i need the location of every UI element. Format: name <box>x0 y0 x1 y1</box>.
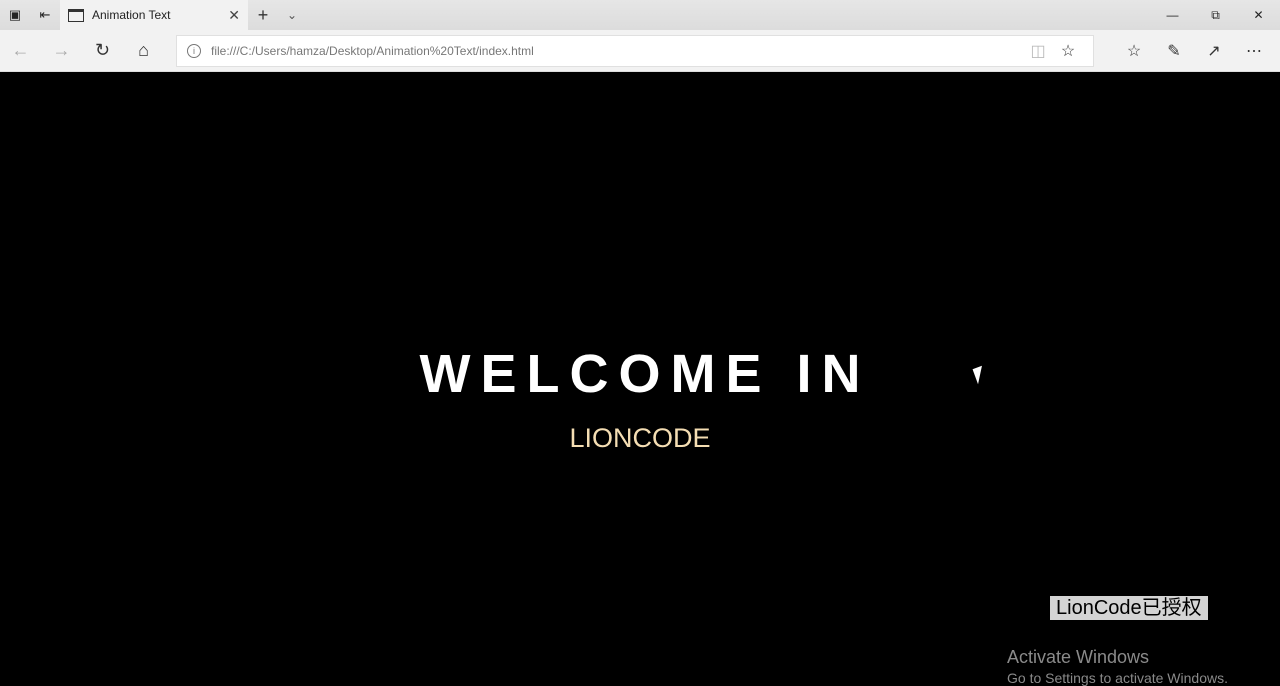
set-aside-tabs-icon[interactable]: ⇤ <box>30 0 60 30</box>
forward-button[interactable]: → <box>41 30 82 72</box>
nav-bar: ← → ↻ ⌂ i file:///C:/Users/hamza/Desktop… <box>0 30 1280 72</box>
url-text[interactable]: file:///C:/Users/hamza/Desktop/Animation… <box>211 44 1023 58</box>
info-icon[interactable]: i <box>187 43 201 58</box>
page-heading: WELCOME IN <box>419 344 871 404</box>
refresh-button[interactable]: ↻ <box>82 30 123 72</box>
page-icon <box>68 8 84 22</box>
favorites-icon[interactable]: ☆ <box>1114 30 1154 72</box>
home-button[interactable]: ⌂ <box>123 30 164 72</box>
window-controls: — ⧉ ✕ <box>1151 0 1280 30</box>
close-window-button[interactable]: ✕ <box>1237 0 1280 30</box>
share-icon[interactable]: ↗ <box>1194 30 1234 72</box>
tab-animation-text[interactable]: Animation Text ✕ <box>60 0 248 30</box>
page-content: WELCOME IN LIONCODE LionCode已授权 Activate… <box>0 73 1280 686</box>
restore-button[interactable]: ⧉ <box>1194 0 1237 30</box>
tab-bar: ▣ ⇤ Animation Text ✕ + ⌄ — ⧉ ✕ <box>0 0 1280 30</box>
new-tab-button[interactable]: + <box>248 5 278 26</box>
watermark: LionCode已授权 <box>1050 596 1208 620</box>
reading-view-icon[interactable]: ◫ <box>1023 41 1053 61</box>
minimize-button[interactable]: — <box>1151 0 1194 30</box>
back-button[interactable]: ← <box>0 30 41 72</box>
address-bar[interactable]: i file:///C:/Users/hamza/Desktop/Animati… <box>176 34 1094 67</box>
page-subheading: LIONCODE <box>569 423 711 453</box>
tab-title: Animation Text <box>92 8 171 22</box>
chevron-down-icon[interactable]: ⌄ <box>278 8 306 22</box>
more-icon[interactable]: ⋯ <box>1234 30 1274 72</box>
tabs-aside-icon[interactable]: ▣ <box>0 0 30 30</box>
star-icon[interactable]: ☆ <box>1053 41 1083 61</box>
pen-icon[interactable]: ✎ <box>1154 30 1194 72</box>
close-tab-icon[interactable]: ✕ <box>228 7 240 24</box>
activation-title: Activate Windows <box>1007 647 1150 667</box>
